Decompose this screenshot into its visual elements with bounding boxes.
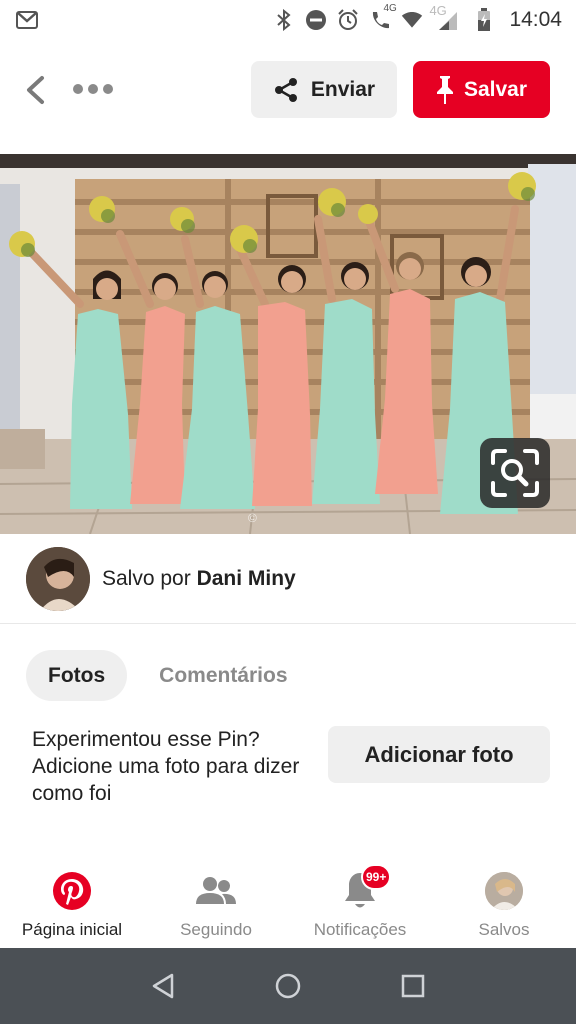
dot (103, 84, 113, 94)
saved-by-text: Salvo por Dani Miny (102, 567, 296, 591)
photo-watermark: © (248, 511, 257, 525)
dot (88, 84, 98, 94)
nav-home[interactable]: Página inicial (0, 854, 144, 948)
avatar[interactable] (26, 546, 90, 611)
status-bar: 4G 4G 14:04 (0, 0, 576, 40)
tab-photos[interactable]: Fotos (26, 650, 128, 701)
battery-icon (473, 8, 495, 31)
call-icon: 4G (369, 3, 397, 31)
back-button[interactable] (18, 70, 52, 110)
nav-notifications[interactable]: 99+ Notificações (288, 854, 432, 948)
status-time: 14:04 (509, 8, 562, 31)
saved-by-user[interactable]: Dani Miny (197, 567, 296, 590)
system-home-button[interactable] (268, 966, 308, 1006)
triangle-back-icon (152, 973, 173, 999)
pin-header: Enviar Salvar (0, 40, 576, 154)
nav-saved-label: Salvos (478, 920, 530, 939)
visual-search-icon (491, 449, 539, 497)
square-recents-icon (402, 974, 425, 998)
system-back-button[interactable] (143, 966, 183, 1006)
pinterest-icon (51, 870, 93, 912)
nav-home-label: Página inicial (21, 920, 123, 939)
gmail-icon (16, 9, 38, 31)
more-options-button[interactable] (70, 74, 116, 104)
add-photo-button[interactable]: Adicionar foto (328, 726, 550, 783)
nav-following[interactable]: Seguindo (144, 854, 288, 948)
bluetooth-icon (273, 9, 295, 31)
wifi-icon (401, 9, 423, 31)
circle-home-icon (275, 973, 301, 999)
system-recents-button[interactable] (393, 966, 433, 1006)
profile-avatar (483, 870, 525, 912)
signal-icon: 4G (429, 3, 463, 31)
nav-saved[interactable]: Salvos (432, 854, 576, 948)
notification-badge: 99+ (361, 864, 392, 890)
network-label-b: 4G (429, 3, 447, 18)
people-icon (195, 870, 237, 912)
bell-icon: 99+ (339, 864, 392, 912)
visual-search-button[interactable] (480, 438, 550, 508)
saved-by-row[interactable]: Salvo por Dani Miny (0, 534, 576, 624)
system-nav-bar (0, 948, 576, 1024)
nav-notifications-label: Notificações (313, 920, 407, 939)
save-button[interactable]: Salvar (413, 61, 550, 118)
tab-comments[interactable]: Comentários (137, 650, 309, 701)
pin-image[interactable]: © (0, 154, 576, 534)
alarm-icon (337, 9, 359, 31)
dnd-icon (305, 9, 327, 31)
network-label-a: 4G (383, 3, 397, 14)
bottom-nav: Página inicial Seguindo 99+ Notificações… (0, 854, 576, 948)
chevron-left-icon (27, 76, 44, 104)
avatar (485, 872, 523, 910)
saved-by-prefix: Salvo por (102, 566, 191, 590)
tried-it-prompt: Experimentou esse Pin? Adicione uma foto… (32, 728, 300, 805)
send-label: Enviar (310, 77, 376, 101)
pin-icon (436, 75, 453, 104)
content-tabs: Fotos Comentários (26, 650, 310, 701)
nav-following-label: Seguindo (180, 920, 252, 939)
send-button[interactable]: Enviar (251, 61, 397, 118)
save-label: Salvar (463, 77, 528, 101)
share-icon (274, 77, 297, 102)
dot (73, 84, 83, 94)
